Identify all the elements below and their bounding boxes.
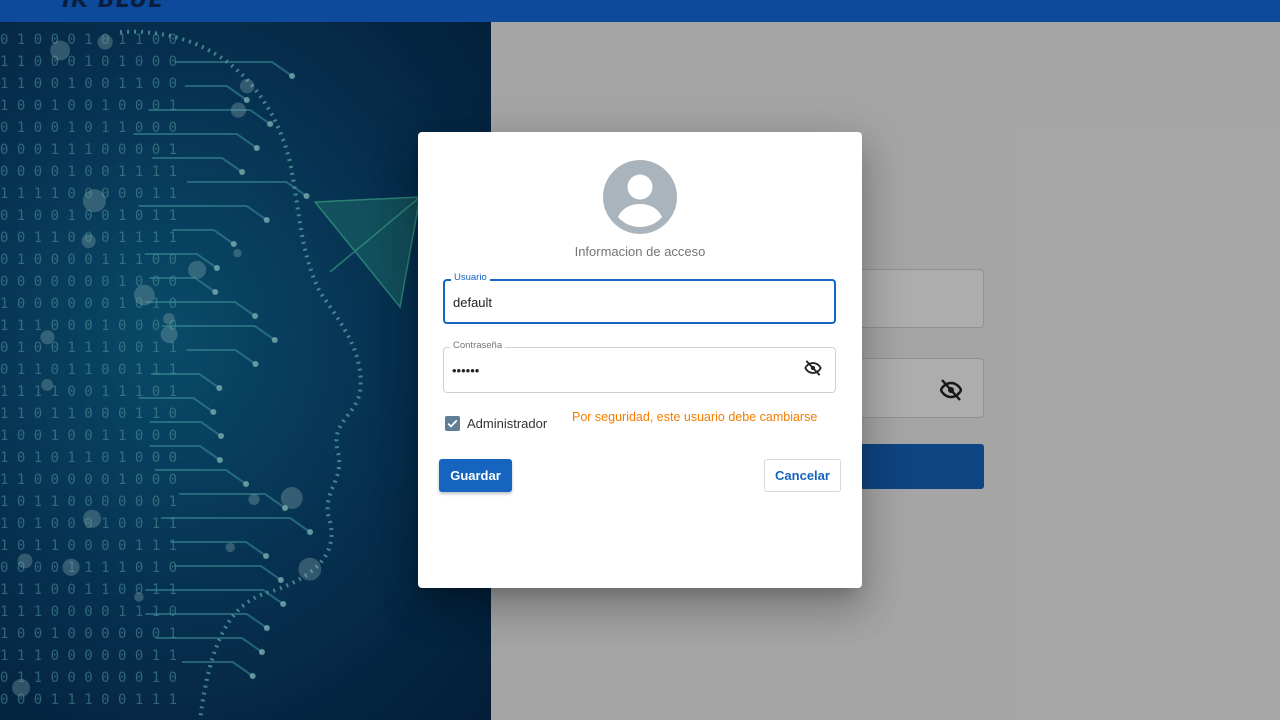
top-bar: IK BLUE — [0, 0, 1280, 22]
app-logo: IK BLUE — [62, 0, 165, 13]
cancel-button[interactable]: Cancelar — [764, 459, 841, 492]
check-icon — [447, 419, 458, 428]
username-field[interactable]: Usuario default — [443, 271, 836, 324]
password-field[interactable]: Contraseña •••••• — [443, 339, 836, 393]
eye-off-icon[interactable] — [803, 358, 823, 378]
password-input[interactable]: •••••• — [452, 363, 479, 378]
access-info-dialog: Informacion de acceso Usuario default Co… — [418, 132, 862, 588]
save-button[interactable]: Guardar — [439, 459, 512, 492]
security-warning: Por seguridad, este usuario debe cambiar… — [572, 410, 818, 424]
password-label: Contraseña — [450, 339, 506, 353]
admin-checkbox[interactable] — [445, 416, 460, 431]
account-circle-icon — [603, 160, 677, 234]
admin-checkbox-row[interactable]: Administrador — [445, 416, 547, 431]
username-label: Usuario — [451, 271, 490, 285]
dialog-caption: Informacion de acceso — [574, 244, 706, 259]
admin-checkbox-label: Administrador — [467, 416, 548, 431]
username-input[interactable]: default — [453, 295, 492, 310]
